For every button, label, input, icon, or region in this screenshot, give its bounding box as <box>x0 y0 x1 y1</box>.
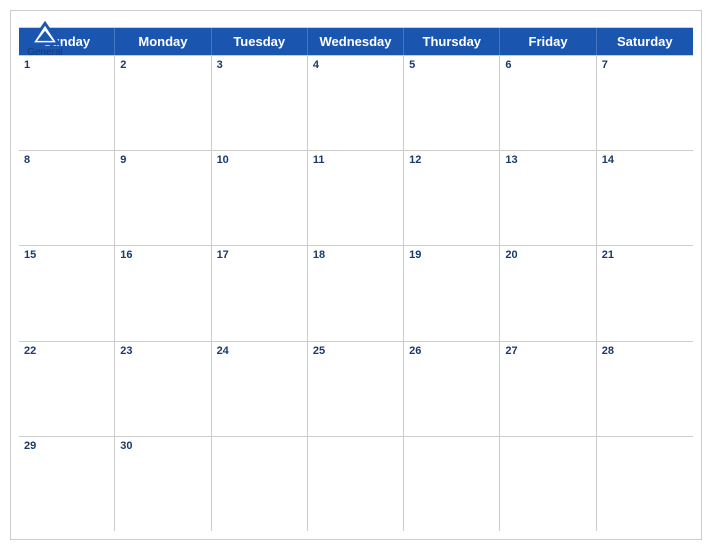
week-row-5: 29 30 <box>19 436 693 531</box>
day-header-wednesday: Wednesday <box>308 28 404 55</box>
day-cell: 18 <box>308 246 404 340</box>
week-row-1: 1234567 <box>19 55 693 150</box>
day-cell: 13 <box>500 151 596 245</box>
day-cell: 6 <box>500 56 596 150</box>
day-number: 10 <box>217 154 302 166</box>
day-cell: 16 <box>115 246 211 340</box>
day-cell: 27 <box>500 342 596 436</box>
day-number: 20 <box>505 249 590 261</box>
day-number: 16 <box>120 249 205 261</box>
day-cell <box>597 437 693 531</box>
day-cell: 25 <box>308 342 404 436</box>
day-header-saturday: Saturday <box>597 28 693 55</box>
day-cell: 23 <box>115 342 211 436</box>
day-number: 15 <box>24 249 109 261</box>
day-number: 24 <box>217 345 302 357</box>
day-cell: 8 <box>19 151 115 245</box>
day-number: 7 <box>602 59 688 71</box>
day-cell <box>404 437 500 531</box>
calendar-grid: SundayMondayTuesdayWednesdayThursdayFrid… <box>19 27 693 531</box>
day-number: 1 <box>24 59 109 71</box>
day-cell <box>212 437 308 531</box>
generalblue-logo-icon <box>27 19 63 47</box>
day-header-thursday: Thursday <box>404 28 500 55</box>
calendar-header: General Blue <box>11 11 701 27</box>
week-row-3: 15 16 17 18 19 20 21 <box>19 245 693 340</box>
day-number: 11 <box>313 154 398 166</box>
day-cell: 21 <box>597 246 693 340</box>
day-cell: 12 <box>404 151 500 245</box>
day-cell: 14 <box>597 151 693 245</box>
day-header-monday: Monday <box>115 28 211 55</box>
day-number: 2 <box>120 59 205 71</box>
day-header-friday: Friday <box>500 28 596 55</box>
day-cell: 11 <box>308 151 404 245</box>
day-number: 26 <box>409 345 494 357</box>
day-number: 5 <box>409 59 494 71</box>
day-number: 8 <box>24 154 109 166</box>
day-cell: 26 <box>404 342 500 436</box>
day-number: 17 <box>217 249 302 261</box>
week-row-4: 22 23 24 25 26 27 28 <box>19 341 693 436</box>
day-cell: 10 <box>212 151 308 245</box>
day-number: 19 <box>409 249 494 261</box>
day-number: 12 <box>409 154 494 166</box>
calendar: General Blue SundayMondayTuesdayWednesda… <box>10 10 702 540</box>
day-number: 29 <box>24 440 109 452</box>
day-cell: 17 <box>212 246 308 340</box>
day-number: 22 <box>24 345 109 357</box>
day-number: 13 <box>505 154 590 166</box>
day-cell: 24 <box>212 342 308 436</box>
day-cell: 22 <box>19 342 115 436</box>
day-number: 25 <box>313 345 398 357</box>
day-header-tuesday: Tuesday <box>212 28 308 55</box>
day-cell: 1 <box>19 56 115 150</box>
day-number: 4 <box>313 59 398 71</box>
day-cell: 20 <box>500 246 596 340</box>
day-cell: 30 <box>115 437 211 531</box>
day-cell: 2 <box>115 56 211 150</box>
day-number: 9 <box>120 154 205 166</box>
day-number: 23 <box>120 345 205 357</box>
day-cell <box>308 437 404 531</box>
day-cell <box>500 437 596 531</box>
day-cell: 7 <box>597 56 693 150</box>
day-number: 14 <box>602 154 688 166</box>
day-number: 18 <box>313 249 398 261</box>
day-cell: 19 <box>404 246 500 340</box>
day-number: 3 <box>217 59 302 71</box>
day-number: 28 <box>602 345 688 357</box>
weeks-container: 1234567891011121314151617181920212223242… <box>19 55 693 531</box>
day-number: 30 <box>120 440 205 452</box>
day-cell: 5 <box>404 56 500 150</box>
day-cell: 15 <box>19 246 115 340</box>
day-number: 6 <box>505 59 590 71</box>
day-cell: 9 <box>115 151 211 245</box>
day-headers-row: SundayMondayTuesdayWednesdayThursdayFrid… <box>19 28 693 55</box>
day-cell: 29 <box>19 437 115 531</box>
day-cell: 4 <box>308 56 404 150</box>
day-cell: 3 <box>212 56 308 150</box>
day-number: 27 <box>505 345 590 357</box>
day-number: 21 <box>602 249 688 261</box>
day-cell: 28 <box>597 342 693 436</box>
week-row-2: 89 10 11 12 13 14 <box>19 150 693 245</box>
